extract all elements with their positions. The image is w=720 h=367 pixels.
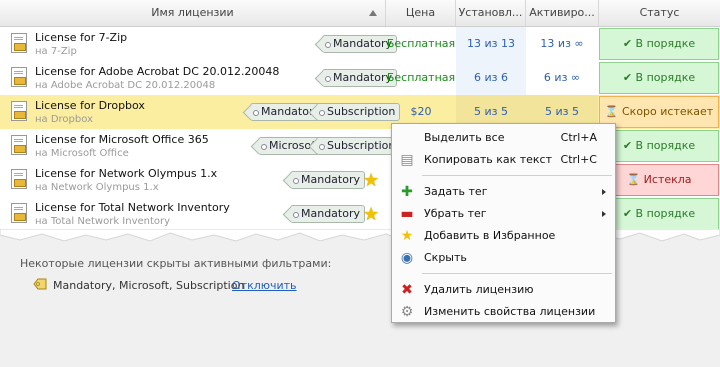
menu-item-shortcut: Ctrl+A <box>560 131 597 144</box>
add-tag-icon: ✚ <box>401 184 413 200</box>
tag-badge[interactable]: Subscription <box>316 137 401 155</box>
table-row[interactable]: License for 7-Zip на 7-Zip Mandatory Бес… <box>0 27 720 62</box>
active-filters-list: Mandatory, Microsoft, Subscription <box>53 279 245 292</box>
menu-item-label: Скрыть <box>424 251 467 264</box>
license-document-icon <box>11 67 27 87</box>
copy-document-icon: ▤ <box>400 152 414 168</box>
installed-cell: 13 из 13 <box>456 27 526 61</box>
tag-badge[interactable]: Mandatory <box>290 205 366 223</box>
menu-item-shortcut: Ctrl+C <box>560 153 597 166</box>
column-header-activated-label: Активиро... <box>529 6 595 19</box>
menu-item-remove-tag[interactable]: ▬ Убрать тег <box>392 203 615 225</box>
status-badge: ✔ В порядке <box>599 62 719 94</box>
menu-item-label: Добавить в Избранное <box>424 229 556 242</box>
gear-icon: ⚙ <box>400 304 414 320</box>
license-name: License for Adobe Acrobat DC 20.012.2004… <box>35 65 280 78</box>
submenu-arrow-icon <box>602 189 606 195</box>
filter-tag-icon <box>33 278 47 290</box>
menu-item-label: Удалить лицензию <box>424 283 534 296</box>
license-name: License for Microsoft Office 365 <box>35 133 209 146</box>
table-row[interactable]: License for Adobe Acrobat DC 20.012.2004… <box>0 61 720 96</box>
menu-separator <box>422 273 612 274</box>
favorite-star-icon[interactable]: ★ <box>363 204 379 225</box>
star-icon: ★ <box>400 228 414 244</box>
menu-item-copy-text[interactable]: ▤ Копировать как текст Ctrl+C <box>392 149 615 171</box>
activated-cell: 6 из ∞ <box>543 71 581 84</box>
column-header-status[interactable]: Статус <box>599 0 720 26</box>
column-header-name-label: Имя лицензии <box>151 6 234 19</box>
menu-item-label: Изменить свойства лицензии <box>424 305 596 318</box>
status-badge: ⌛ Истекла <box>599 164 719 196</box>
remove-tag-icon: ▬ <box>400 206 414 222</box>
column-header-installed[interactable]: Установл... <box>456 0 526 26</box>
activated-cell: 13 из ∞ <box>540 37 584 50</box>
submenu-arrow-icon <box>602 211 606 217</box>
price-cell: Бесплатная <box>386 71 456 84</box>
hidden-by-filters-note: Некоторые лицензии скрыты активными филь… <box>20 257 332 270</box>
menu-item-set-tag[interactable]: ✚ Задать тег <box>392 181 615 203</box>
license-name: License for Network Olympus 1.x <box>35 167 218 180</box>
license-product: на 7-Zip <box>35 46 77 57</box>
column-header-price-label: Цена <box>405 6 436 19</box>
column-header-name[interactable]: Имя лицензии <box>0 0 386 26</box>
menu-item-delete[interactable]: ✖ Удалить лицензию <box>392 279 615 301</box>
license-document-icon <box>11 135 27 155</box>
license-product: на Microsoft Office <box>35 148 129 159</box>
menu-item-add-favorite[interactable]: ★ Добавить в Избранное <box>392 225 615 247</box>
price-cell: Бесплатная <box>386 37 456 50</box>
menu-item-label: Убрать тег <box>424 207 487 220</box>
disable-filters-link[interactable]: Отключить <box>232 279 297 292</box>
license-product: на Dropbox <box>35 114 93 125</box>
sort-ascending-icon <box>369 10 377 16</box>
license-product: на Network Olympus 1.x <box>35 182 159 193</box>
column-header-status-label: Статус <box>639 6 680 19</box>
license-product: на Adobe Acrobat DC 20.012.20048 <box>35 80 216 91</box>
column-header-activated[interactable]: Активиро... <box>526 0 599 26</box>
column-header-price[interactable]: Цена <box>386 0 456 26</box>
status-badge: ✔ В порядке <box>599 28 719 60</box>
hide-eye-icon: ◉ <box>400 250 414 266</box>
menu-item-label: Копировать как текст <box>424 153 553 166</box>
status-badge: ✔ В порядке <box>599 130 719 162</box>
status-badge: ⌛ Скоро истекает <box>599 96 719 128</box>
license-name: License for Dropbox <box>35 99 145 112</box>
menu-item-label: Выделить все <box>424 131 505 144</box>
license-document-icon <box>11 33 27 53</box>
delete-x-icon: ✖ <box>401 282 413 298</box>
context-menu: Выделить все Ctrl+A ▤ Копировать как тек… <box>391 123 616 323</box>
license-document-icon <box>11 101 27 121</box>
license-document-icon <box>11 169 27 189</box>
license-product: на Total Network Inventory <box>35 216 171 227</box>
license-document-icon <box>11 203 27 223</box>
menu-separator <box>422 175 612 176</box>
table-header: Имя лицензии Цена Установл... Активиро..… <box>0 0 720 27</box>
menu-item-select-all[interactable]: Выделить все Ctrl+A <box>392 127 615 149</box>
favorite-star-icon[interactable]: ★ <box>363 170 379 191</box>
menu-item-hide[interactable]: ◉ Скрыть <box>392 247 615 269</box>
menu-item-properties[interactable]: ⚙ Изменить свойства лицензии <box>392 301 615 323</box>
column-header-installed-label: Установл... <box>458 6 523 19</box>
installed-cell: 6 из 6 <box>456 61 526 95</box>
tag-badge[interactable]: Mandatory <box>290 171 366 189</box>
menu-item-label: Задать тег <box>424 185 488 198</box>
license-name: License for Total Network Inventory <box>35 201 230 214</box>
license-name: License for 7-Zip <box>35 31 128 44</box>
status-badge: ✔ В порядке <box>599 198 719 230</box>
